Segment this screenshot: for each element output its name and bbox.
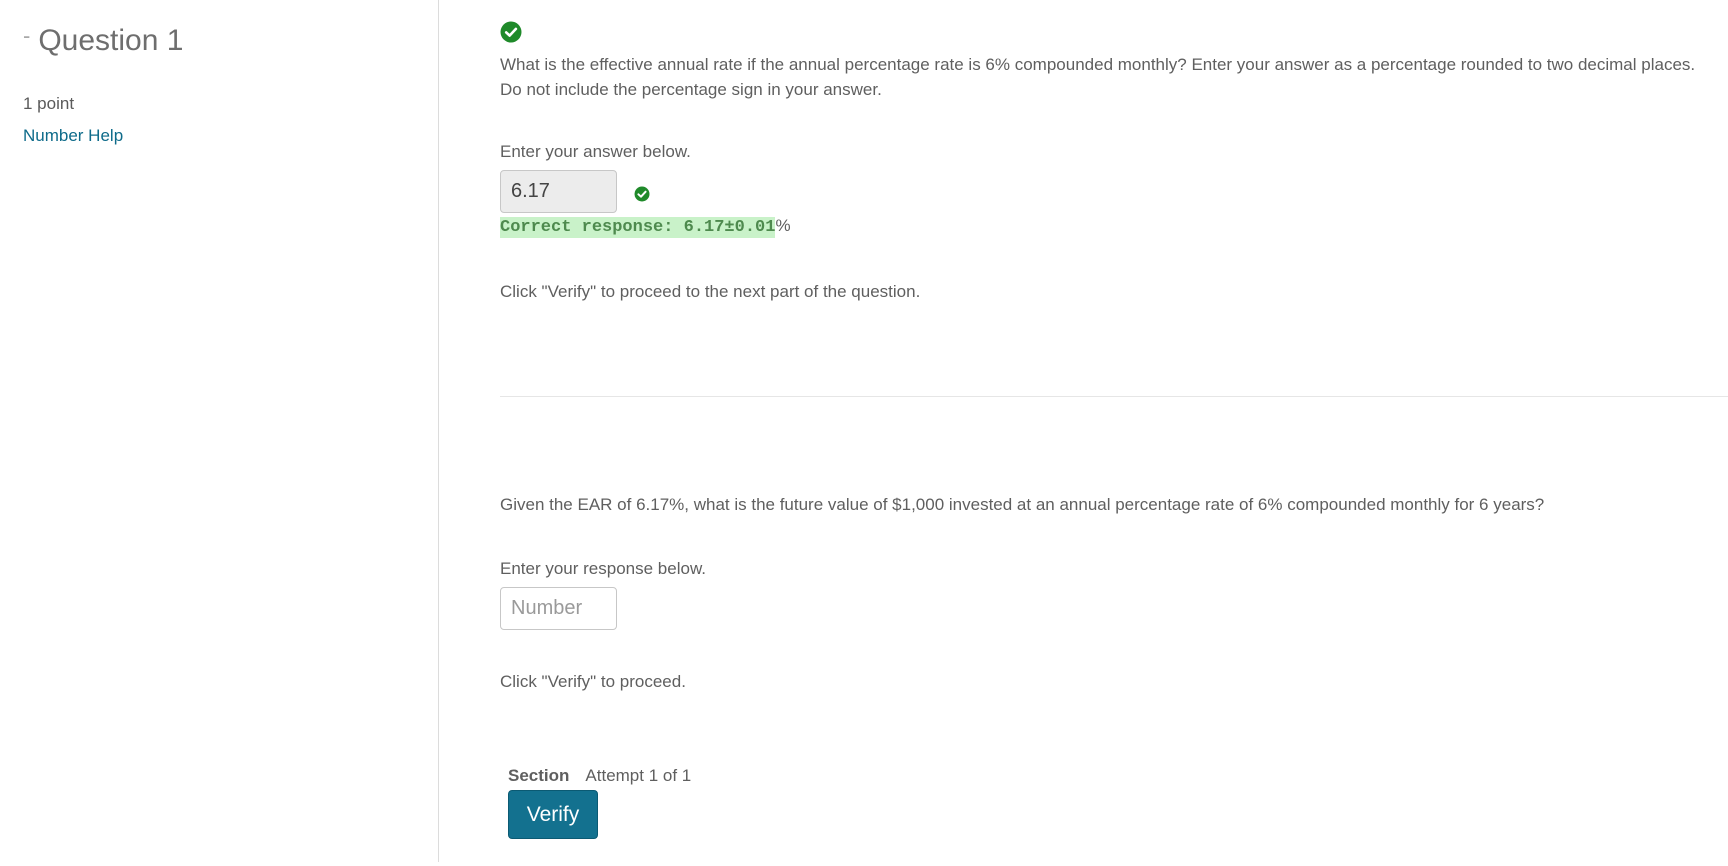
number-help-link[interactable]: Number Help xyxy=(23,126,123,146)
correct-response-unit: % xyxy=(775,216,791,235)
question-content: What is the effective annual rate if the… xyxy=(500,0,1728,866)
part2-instruction: Click "Verify" to proceed. xyxy=(500,672,686,691)
verify-button[interactable]: Verify xyxy=(508,790,598,839)
page: - Question 1 1 point Number Help What is… xyxy=(0,0,1728,866)
question-heading: - Question 1 xyxy=(23,24,184,57)
question-sidebar: - Question 1 1 point Number Help xyxy=(0,0,439,862)
part1-prompt: Enter your answer below. xyxy=(500,142,691,161)
correct-response-value: Correct response: 6.17±0.01 xyxy=(500,217,776,238)
part1-instruction: Click "Verify" to proceed to the next pa… xyxy=(500,282,921,301)
part1-answer-input[interactable] xyxy=(500,170,617,213)
part2-question-text: Given the EAR of 6.17%, what is the futu… xyxy=(500,495,1545,514)
question-points: 1 point xyxy=(23,94,75,113)
question-title: Question 1 xyxy=(38,24,184,57)
part1-question-text: What is the effective annual rate if the… xyxy=(500,55,1696,99)
section-label: Section xyxy=(508,766,570,785)
attempt-info: Section Attempt 1 of 1 xyxy=(508,766,691,786)
correct-response: Correct response: 6.17±0.01% xyxy=(500,216,791,238)
collapse-toggle[interactable]: - xyxy=(23,25,30,47)
check-circle-icon xyxy=(500,21,522,43)
part2-prompt: Enter your response below. xyxy=(500,559,707,578)
answer-correct-check-icon xyxy=(634,186,650,202)
part-divider xyxy=(500,396,1728,397)
part2-number-input[interactable] xyxy=(500,587,617,630)
attempt-count: Attempt 1 of 1 xyxy=(585,766,692,785)
